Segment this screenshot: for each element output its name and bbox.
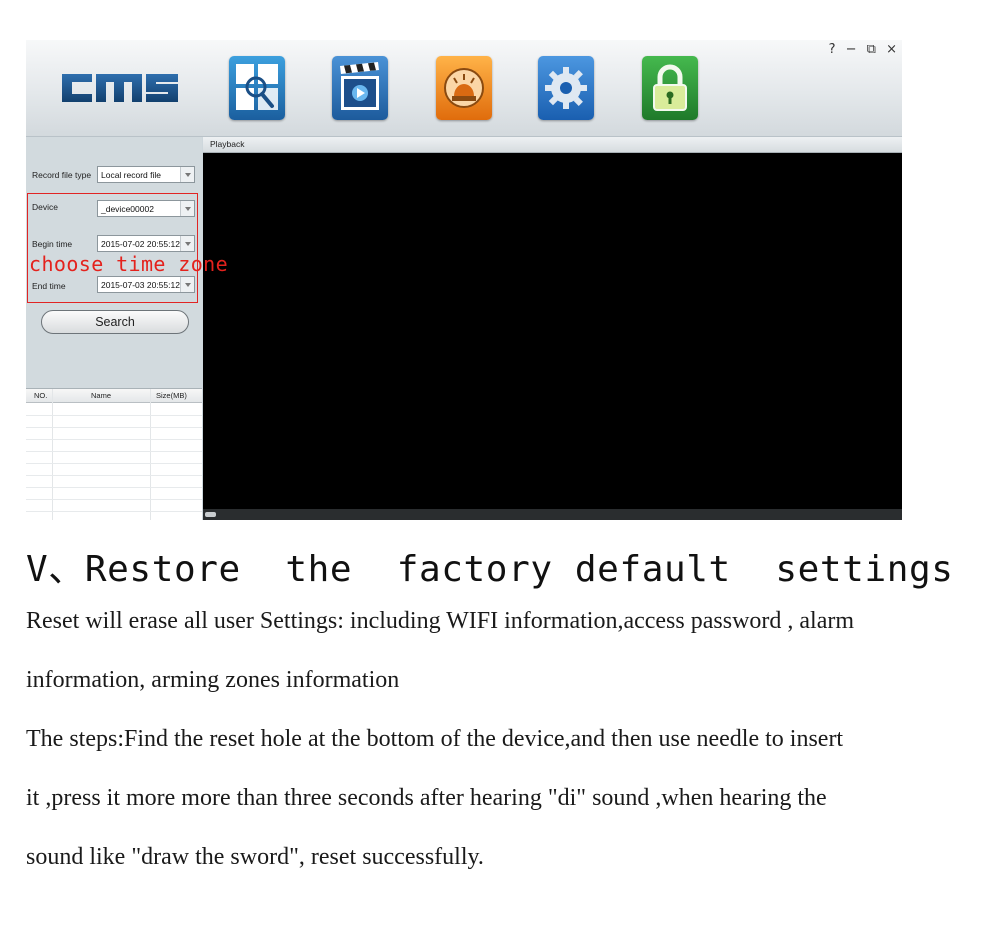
- begin-time-field[interactable]: 2015-07-02 20:55:12: [97, 235, 195, 252]
- playback-title: Playback: [210, 139, 245, 149]
- chevron-down-icon[interactable]: [180, 277, 194, 292]
- playback-scrollbar[interactable]: [203, 509, 902, 520]
- end-time-field[interactable]: 2015-07-03 20:55:12: [97, 276, 195, 293]
- playback-clapper-icon[interactable]: [332, 56, 388, 120]
- table-row[interactable]: [26, 415, 202, 416]
- record-file-type-value: Local record file: [101, 170, 162, 180]
- help-icon[interactable]: ?: [829, 42, 839, 57]
- search-view-icon[interactable]: [229, 56, 285, 120]
- table-row[interactable]: [26, 463, 202, 464]
- begin-time-label: Begin time: [32, 239, 73, 249]
- paragraph-line: sound like "draw the sword", reset succe…: [26, 844, 484, 870]
- record-file-table: NO. Name Size(MB): [26, 388, 202, 520]
- column-header-name[interactable]: Name: [91, 391, 111, 400]
- close-icon[interactable]: ×: [886, 42, 900, 57]
- end-time-value: 2015-07-03 20:55:12: [101, 280, 180, 290]
- window-controls: ? − ⧉ ×: [829, 42, 900, 57]
- table-row[interactable]: [26, 427, 202, 428]
- settings-gear-icon[interactable]: [538, 56, 594, 120]
- table-row[interactable]: [26, 439, 202, 440]
- column-divider: [150, 389, 151, 520]
- end-time-label: End time: [32, 281, 66, 291]
- paragraph-line: information, arming zones information: [26, 667, 400, 693]
- video-display[interactable]: [203, 153, 902, 509]
- cms-logo: [62, 74, 178, 102]
- playback-header: Playback: [203, 137, 902, 153]
- cms-window: ? − ⧉ × Record file type Local record fi…: [26, 40, 902, 520]
- lock-icon[interactable]: [642, 56, 698, 120]
- paragraph-line: it ,press it more more than three second…: [26, 785, 827, 811]
- paragraph-line: Reset will erase all user Settings: incl…: [26, 608, 855, 634]
- device-label: Device: [32, 202, 58, 212]
- paragraph-line: The steps:Find the reset hole at the bot…: [26, 726, 844, 752]
- toolbar: [26, 40, 902, 137]
- device-value: _device00002: [101, 204, 154, 214]
- scrollbar-thumb[interactable]: [205, 512, 216, 517]
- table-row[interactable]: [26, 511, 202, 512]
- search-panel: Record file type Local record file Devic…: [26, 137, 202, 520]
- table-row[interactable]: [26, 451, 202, 452]
- record-file-type-select[interactable]: Local record file: [97, 166, 195, 183]
- chevron-down-icon[interactable]: [180, 201, 194, 216]
- device-select[interactable]: _device00002: [97, 200, 195, 217]
- search-button[interactable]: Search: [41, 310, 189, 334]
- begin-time-value: 2015-07-02 20:55:12: [101, 239, 180, 249]
- section-heading: V、Restore the factory default settings: [26, 549, 954, 590]
- table-row[interactable]: [26, 487, 202, 488]
- chevron-down-icon[interactable]: [180, 167, 194, 182]
- alarm-light-icon[interactable]: [436, 56, 492, 120]
- chevron-down-icon[interactable]: [180, 236, 194, 251]
- column-divider: [52, 389, 53, 520]
- table-row[interactable]: [26, 499, 202, 500]
- minimize-icon[interactable]: −: [846, 42, 860, 57]
- column-header-no[interactable]: NO.: [34, 391, 47, 400]
- table-row[interactable]: [26, 475, 202, 476]
- restore-icon[interactable]: ⧉: [867, 42, 879, 57]
- record-file-type-label: Record file type: [32, 170, 92, 180]
- choose-time-zone-annotation: choose time zone: [29, 252, 229, 276]
- column-header-size[interactable]: Size(MB): [156, 391, 187, 400]
